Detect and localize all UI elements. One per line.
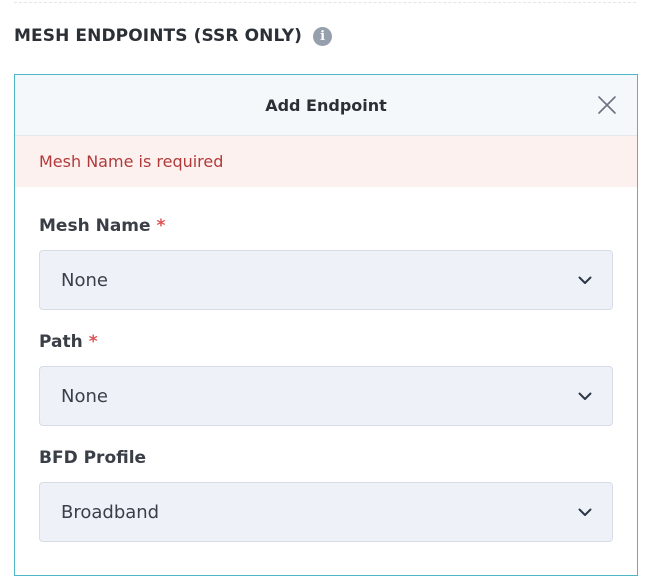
endpoint-form: Mesh Name * None Path * None BFD Profile… [15, 214, 637, 542]
bfd-profile-label: BFD Profile [39, 446, 613, 470]
chevron-down-icon [578, 508, 592, 517]
required-marker: * [156, 216, 166, 236]
section-title: MESH ENDPOINTS (SSR ONLY) [14, 26, 303, 46]
add-endpoint-panel: Add Endpoint Mesh Name is required Mesh … [14, 74, 638, 576]
close-icon [598, 96, 616, 114]
bfd-profile-select[interactable]: Broadband [39, 482, 613, 542]
chevron-down-icon [578, 392, 592, 401]
mesh-name-select[interactable]: None [39, 250, 613, 310]
path-label: Path * [39, 330, 613, 354]
close-button[interactable] [597, 95, 617, 115]
bfd-profile-label-text: BFD Profile [39, 448, 147, 468]
error-message: Mesh Name is required [39, 152, 224, 171]
path-value: None [61, 385, 108, 407]
page: MESH ENDPOINTS (SSR ONLY) i Add Endpoint… [0, 0, 650, 580]
required-marker: * [88, 332, 98, 352]
panel-title: Add Endpoint [265, 95, 387, 115]
bfd-profile-field: BFD Profile Broadband [39, 446, 613, 542]
info-icon[interactable]: i [313, 26, 333, 46]
error-banner: Mesh Name is required [15, 136, 637, 187]
mesh-name-value: None [61, 269, 108, 291]
bfd-profile-value: Broadband [61, 501, 160, 523]
path-label-text: Path [39, 332, 83, 352]
mesh-name-label-text: Mesh Name [39, 216, 151, 236]
path-select[interactable]: None [39, 366, 613, 426]
panel-header: Add Endpoint [15, 75, 637, 136]
chevron-down-icon [578, 276, 592, 285]
path-field: Path * None [39, 330, 613, 426]
mesh-name-field: Mesh Name * None [39, 214, 613, 310]
mesh-name-label: Mesh Name * [39, 214, 613, 238]
top-divider [14, 2, 636, 3]
section-header: MESH ENDPOINTS (SSR ONLY) i [14, 22, 333, 50]
